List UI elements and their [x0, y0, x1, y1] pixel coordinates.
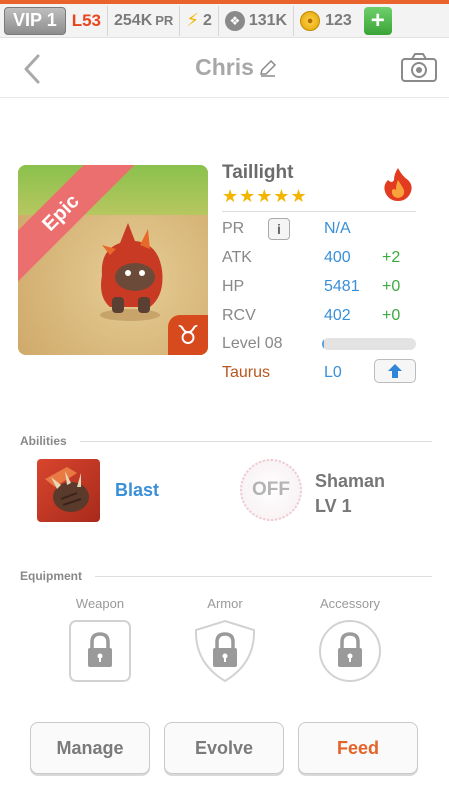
evolve-button[interactable]: Evolve	[164, 722, 284, 774]
manage-button[interactable]: Manage	[30, 722, 150, 774]
player-level: L53	[66, 5, 108, 36]
paw-counter[interactable]: ❖ 131K	[219, 5, 295, 36]
weapon-label: Weapon	[75, 596, 125, 611]
level-progress-fill	[322, 338, 324, 350]
level-progress-bar	[322, 338, 416, 350]
coin-value: 123	[325, 11, 352, 29]
energy-counter[interactable]: ⚡ 2	[180, 5, 219, 36]
power-rating-value: 254K	[114, 11, 153, 29]
hp-bonus: +0	[382, 278, 401, 295]
top-accent-line	[0, 0, 449, 4]
atk-bonus: +2	[382, 249, 401, 266]
weapon-slot-locked[interactable]	[67, 618, 133, 684]
energy-value: 2	[202, 11, 212, 29]
monster-image	[100, 223, 163, 321]
arrow-up-icon	[388, 364, 402, 378]
hp-value: 5481	[324, 278, 360, 295]
monster-portrait[interactable]: Epic ♉	[18, 165, 208, 355]
equipment-divider	[95, 576, 432, 577]
zodiac-sign-name: Taurus	[222, 364, 271, 381]
zodiac-sign-level: L0	[324, 364, 342, 381]
coin-counter[interactable]: ● 123	[294, 6, 358, 36]
feed-button[interactable]: Feed	[298, 722, 418, 774]
accessory-slot-locked[interactable]	[317, 618, 383, 684]
armor-slot-locked[interactable]	[192, 618, 258, 684]
power-rating: 254K PR	[108, 5, 181, 36]
add-currency-button[interactable]: +	[363, 6, 392, 35]
vip-badge[interactable]: VIP 1	[4, 6, 66, 35]
power-rating-unit: PR	[155, 13, 174, 28]
rcv-bonus: +0	[382, 307, 401, 324]
pr-value: N/A	[324, 220, 351, 237]
claw-icon	[45, 467, 89, 512]
star-rating: ★★★★★	[222, 186, 308, 206]
page-title: Chris	[195, 54, 254, 80]
upgrade-sign-button[interactable]	[374, 359, 416, 383]
shaman-info: Shaman LV 1	[315, 469, 385, 519]
atk-value: 400	[324, 249, 351, 266]
paw-icon: ❖	[224, 10, 245, 31]
abilities-heading: Abilities	[20, 434, 67, 448]
fire-icon	[384, 168, 412, 201]
blast-ability-icon[interactable]	[37, 459, 100, 522]
level-label: Level 08	[222, 335, 283, 352]
paw-value: 131K	[248, 11, 288, 29]
equipment-heading: Equipment	[20, 569, 82, 583]
shaman-name: Shaman	[315, 471, 386, 491]
accessory-label: Accessory	[320, 596, 380, 611]
info-button[interactable]: i	[268, 218, 290, 240]
rcv-label: RCV	[222, 307, 256, 324]
top-status-bar: VIP 1 L53 254K PR ⚡ 2 ❖ 131K ● 123 +	[0, 0, 449, 38]
ability-name[interactable]: Blast	[115, 480, 159, 501]
name-divider	[222, 211, 416, 212]
rcv-value: 402	[324, 307, 351, 324]
pr-label: PR	[222, 220, 245, 237]
lightning-icon: ⚡	[186, 10, 199, 30]
pencil-icon[interactable]	[258, 58, 278, 78]
atk-label: ATK	[222, 249, 252, 266]
taurus-icon: ♉	[168, 315, 208, 355]
coin-icon: ●	[300, 10, 321, 31]
shaman-level: LV 1	[315, 496, 352, 516]
hp-label: HP	[222, 278, 245, 295]
ability-toggle-off[interactable]: OFF	[240, 459, 302, 521]
page-header: Chris	[0, 38, 449, 98]
camera-icon[interactable]	[400, 52, 438, 84]
monster-name: Taillight	[222, 162, 294, 183]
armor-label: Armor	[207, 596, 243, 611]
abilities-divider	[80, 441, 432, 442]
